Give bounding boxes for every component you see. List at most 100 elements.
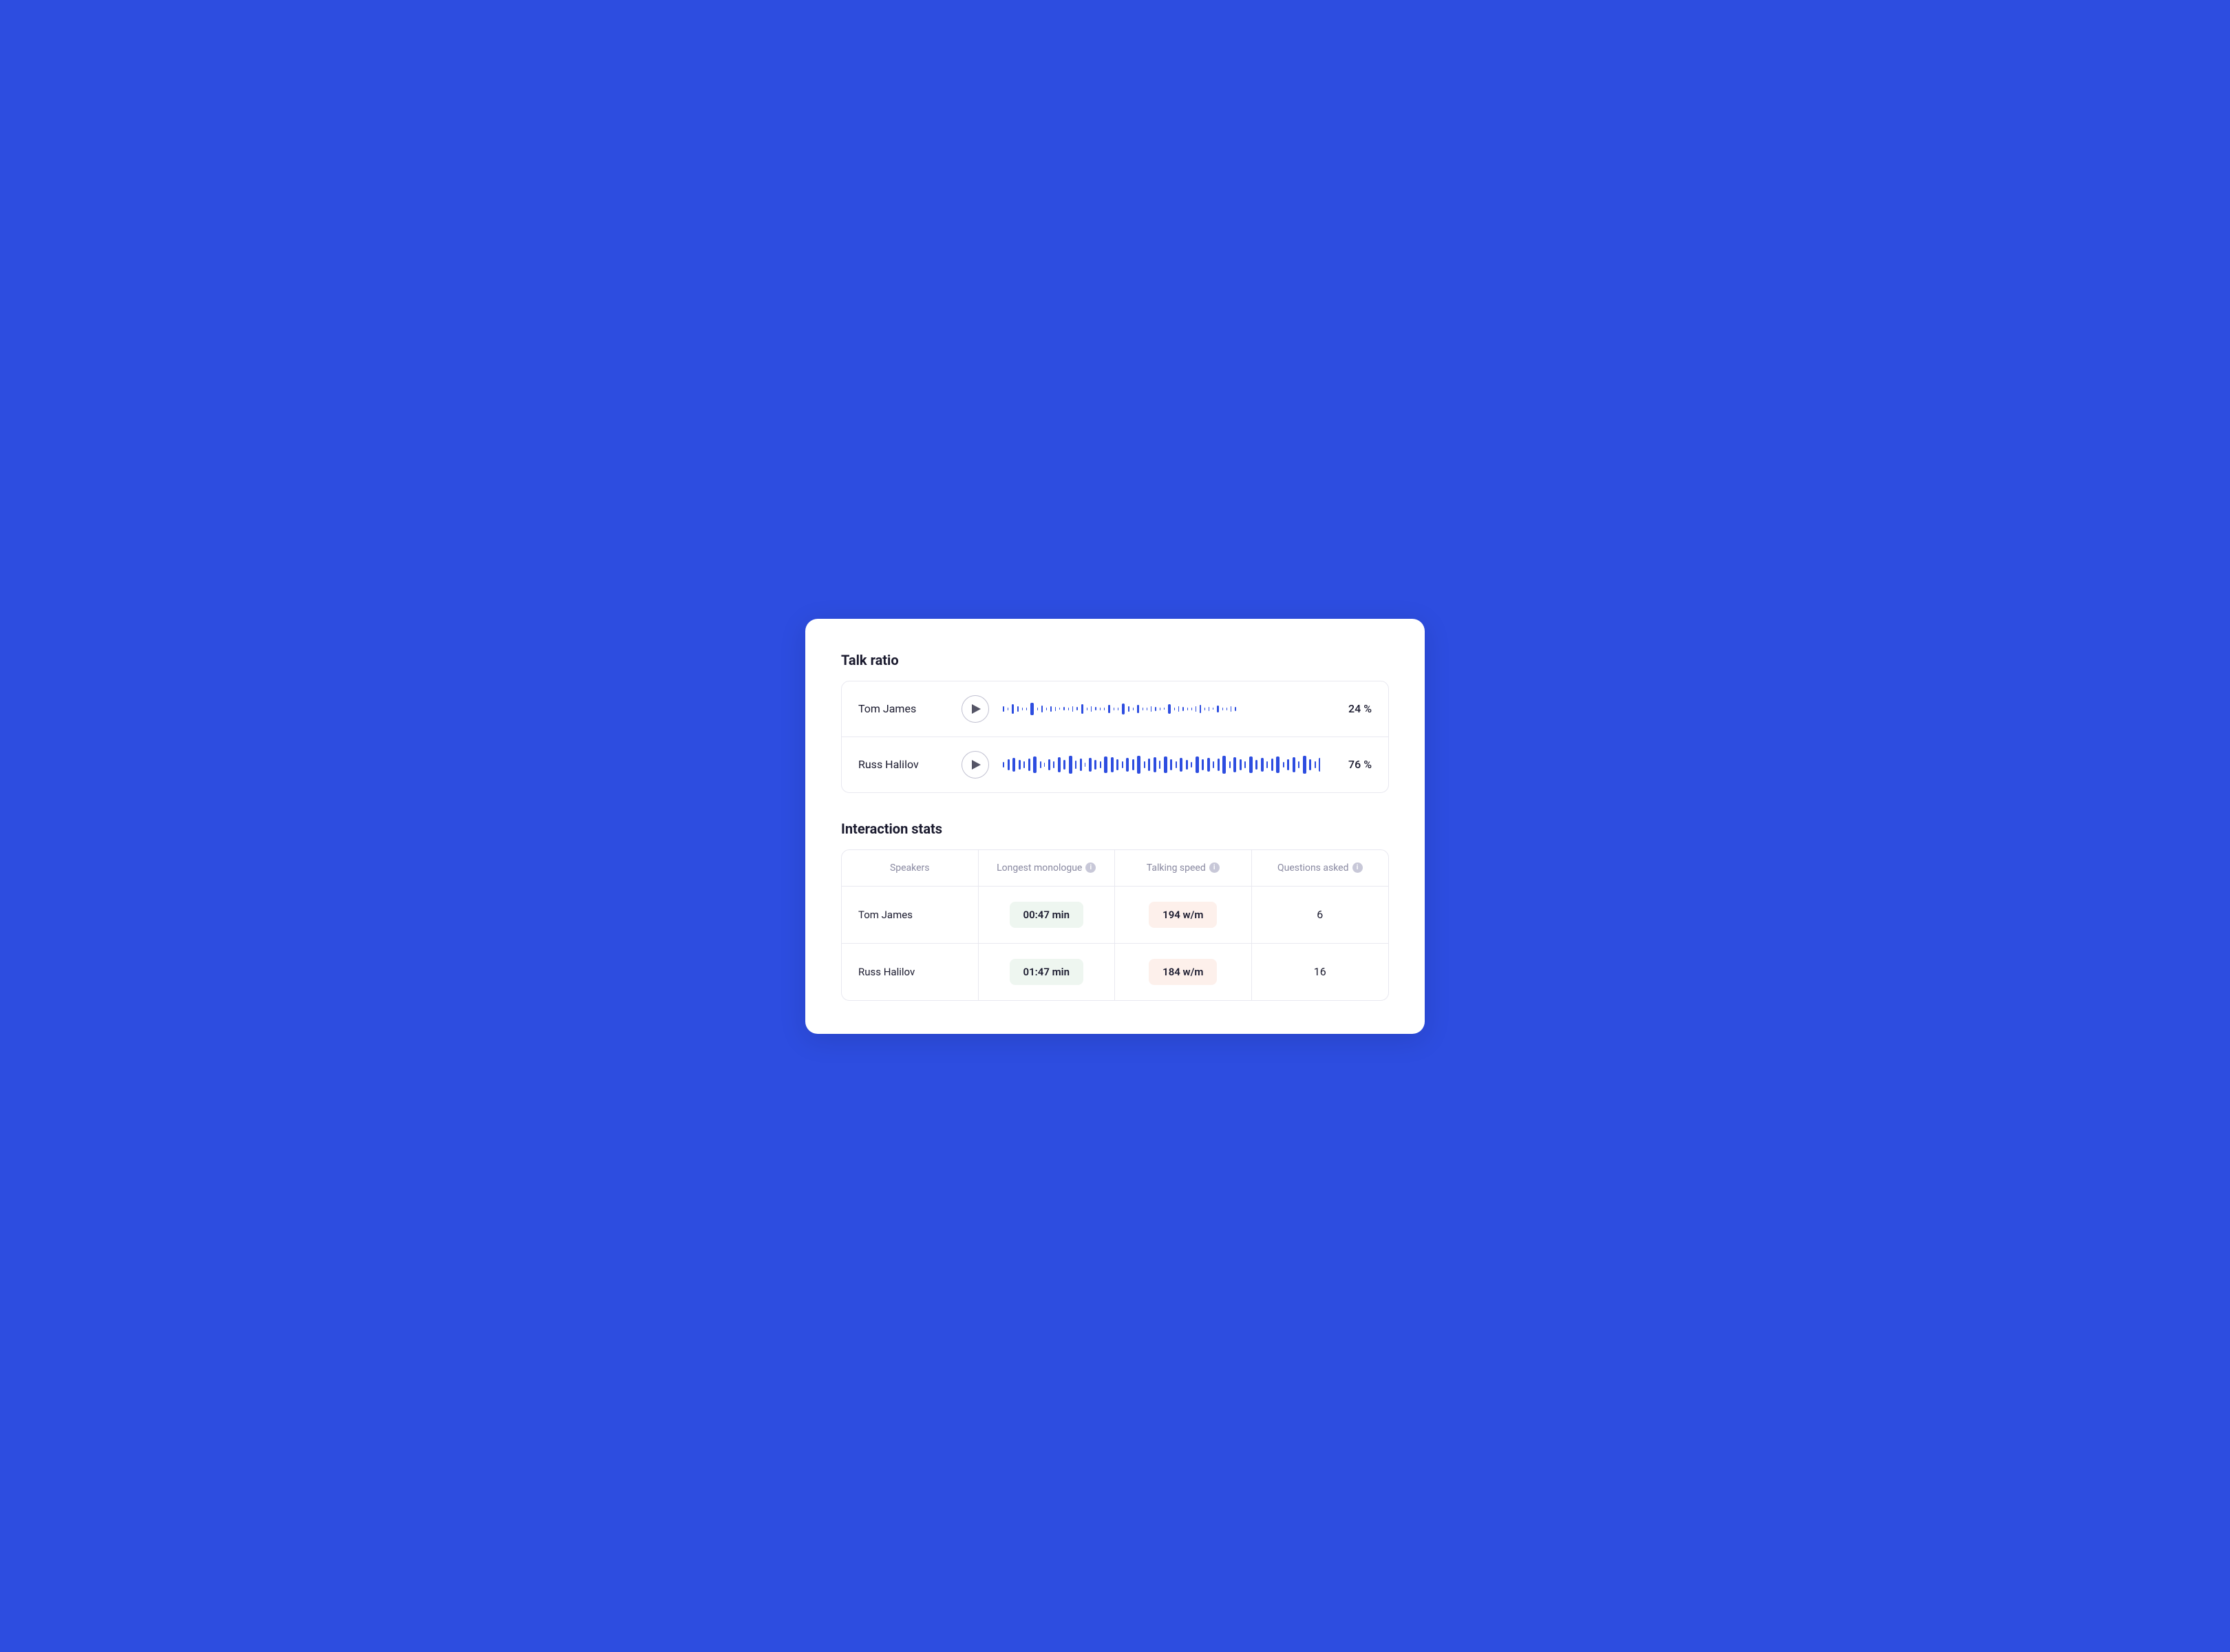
waveform-bar <box>1244 761 1246 768</box>
waveform-bar <box>1148 759 1150 771</box>
waveform-bar <box>1155 707 1156 711</box>
stats-table: Speakers Longest monologue i Talking spe… <box>841 849 1389 1001</box>
waveform-bar <box>1059 708 1060 710</box>
waveform-bar <box>1176 761 1177 768</box>
waveform-bar <box>1229 761 1231 768</box>
waveform-bar <box>1217 706 1219 712</box>
waveform-bar <box>1249 756 1253 773</box>
col-header-speakers: Speakers <box>842 850 979 886</box>
waveform-bar <box>1111 757 1114 772</box>
speaker-name-tom: Tom James <box>858 702 948 715</box>
interaction-stats-title: Interaction stats <box>841 820 1389 837</box>
monologue-badge-tom: 00:47 min <box>1010 902 1083 928</box>
waveform-bar <box>1055 707 1056 711</box>
waveform-bar <box>1222 708 1223 710</box>
col-header-questions: Questions asked i <box>1252 850 1389 886</box>
stats-header: Speakers Longest monologue i Talking spe… <box>842 850 1388 887</box>
waveform-bar <box>1069 756 1072 774</box>
waveform-bar <box>1072 706 1073 712</box>
waveform-bar <box>1222 756 1226 774</box>
waveform-bar <box>1180 758 1182 772</box>
percentage-tom: 24 % <box>1334 702 1372 715</box>
waveform-bar <box>1012 704 1014 714</box>
waveform-bar <box>1132 759 1134 770</box>
percentage-russ: 76 % <box>1334 758 1372 771</box>
waveform-bar <box>1023 761 1025 768</box>
waveform-bar <box>1168 704 1171 714</box>
info-icon-monologue[interactable]: i <box>1085 862 1096 873</box>
waveform-bar <box>1008 759 1010 770</box>
waveform-bar <box>1266 761 1268 768</box>
talk-ratio-card: Tom James 24 % Russ Halilov 76 % <box>841 681 1389 793</box>
waveform-bar <box>1116 759 1118 770</box>
waveform-bar <box>1133 708 1134 710</box>
stats-speed-tom: 194 w/m <box>1115 887 1252 943</box>
speed-badge-russ: 184 w/m <box>1149 959 1217 985</box>
waveform-bar <box>1028 759 1030 771</box>
stats-monologue-russ: 01:47 min <box>979 944 1116 1000</box>
waveform-bar <box>1213 761 1214 768</box>
stats-row-russ: Russ Halilov 01:47 min 184 w/m 16 <box>842 944 1388 1000</box>
play-button-tom[interactable] <box>962 695 989 723</box>
waveform-bar <box>1104 756 1107 773</box>
waveform-bar <box>1076 707 1078 710</box>
waveform-bar <box>1159 761 1160 769</box>
waveform-bar <box>1255 760 1257 770</box>
waveform-bar <box>1235 707 1236 711</box>
waveform-bar <box>1080 759 1082 771</box>
waveform-bar <box>1050 706 1052 712</box>
waveform-bar <box>1091 706 1092 712</box>
waveform-bar <box>1137 705 1139 713</box>
waveform-bar <box>1094 760 1096 770</box>
waveform-bar <box>1164 756 1167 773</box>
waveform-bar <box>1319 758 1320 772</box>
waveform-bar <box>1003 706 1004 712</box>
waveform-bar <box>1191 762 1192 767</box>
waveform-bar <box>1202 759 1204 770</box>
talk-ratio-title: Talk ratio <box>841 652 1389 668</box>
waveform-bar <box>1187 708 1188 710</box>
waveform-bar <box>1003 762 1004 767</box>
waveform-bar <box>1182 707 1184 711</box>
play-icon-tom <box>972 704 981 714</box>
waveform-bar <box>1063 760 1065 770</box>
waveform-bar <box>1058 757 1061 772</box>
waveform-bar <box>1048 759 1050 770</box>
stats-monologue-tom: 00:47 min <box>979 887 1116 943</box>
waveform-bar <box>1122 703 1125 714</box>
waveform-bar <box>1100 761 1101 768</box>
waveform-bar <box>1017 706 1019 712</box>
waveform-bar <box>1298 761 1299 768</box>
waveform-bar <box>1100 708 1101 710</box>
talk-ratio-row-russ: Russ Halilov 76 % <box>842 737 1388 792</box>
waveform-bar <box>1026 708 1027 710</box>
waveform-bar <box>1154 757 1156 772</box>
waveform-bar <box>1293 757 1295 772</box>
play-button-russ[interactable] <box>962 751 989 779</box>
waveform-bar <box>1303 756 1306 774</box>
waveform-bar <box>1178 706 1179 712</box>
waveform-bar <box>1022 708 1023 710</box>
waveform-bar <box>1207 758 1210 772</box>
waveform-bar <box>1041 706 1043 712</box>
waveform-bar <box>1063 707 1065 710</box>
waveform-bar <box>1240 759 1242 770</box>
waveform-bar <box>1019 760 1021 770</box>
waveform-bar <box>1037 708 1038 710</box>
waveform-bar <box>1075 761 1076 769</box>
waveform-bar <box>1191 708 1192 710</box>
waveform-bar <box>1200 705 1201 713</box>
stats-speaker-tom: Tom James <box>842 887 979 943</box>
info-icon-questions[interactable]: i <box>1352 862 1363 873</box>
main-card: Talk ratio Tom James 24 % Russ Halilov 7… <box>805 619 1425 1034</box>
waveform-tom <box>1003 697 1320 721</box>
waveform-bar <box>1044 763 1045 767</box>
waveform-bar <box>1233 757 1236 772</box>
info-icon-speed[interactable]: i <box>1209 862 1220 873</box>
waveform-bar <box>1271 759 1273 771</box>
waveform-bar <box>1095 707 1096 710</box>
waveform-bar <box>1186 760 1188 770</box>
stats-questions-russ: 16 <box>1252 944 1389 1000</box>
waveform-bar <box>1204 708 1205 710</box>
waveform-bar <box>1068 708 1069 710</box>
